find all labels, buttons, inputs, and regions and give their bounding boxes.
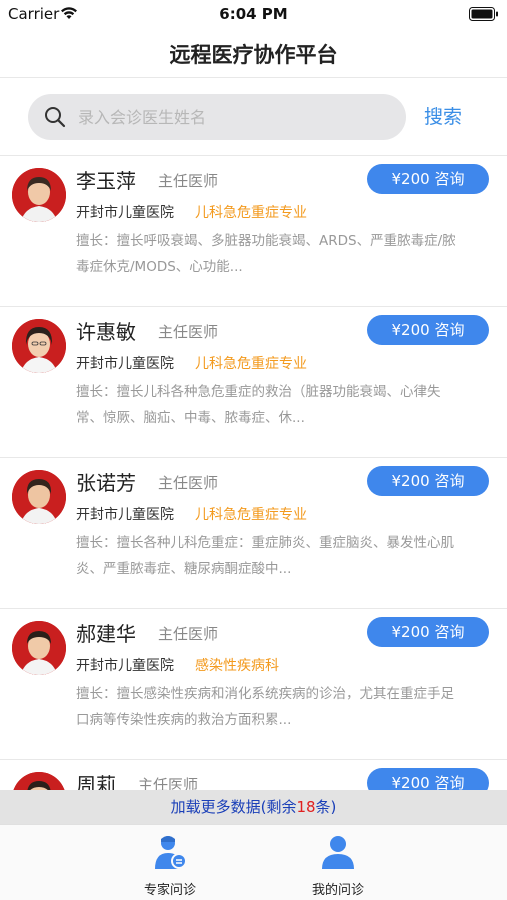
skill-text-line2: 口病等传染性疾病的救治方面积累... [76,712,292,728]
skill-label: 擅长： [76,233,117,249]
doctor-title: 主任医师 [158,172,219,190]
doctor-list-item[interactable]: 许惠敏 主任医师 ¥200 咨询 开封市儿童医院 儿科急危重症专业 擅长：擅长儿… [0,307,507,458]
doctor-list-item[interactable]: 郝建华 主任医师 ¥200 咨询 开封市儿童医院 感染性疾病科 擅长：擅长感染性… [0,609,507,760]
page-title: 远程医疗协作平台 [169,43,338,67]
doctor-list-item[interactable]: 周莉 主任医师 ¥200 咨询 [0,760,507,790]
skill-text-line2: 炎、严重脓毒症、糖尿病酮症酸中... [76,561,292,577]
doctor-avatar [12,168,66,222]
doctor-title: 主任医师 [138,776,199,790]
skill-text-line1: 擅长儿科各种急危重症的救治（脏器功能衰竭、心律失 [116,384,441,400]
consult-button[interactable]: ¥200 咨询 [367,315,489,345]
doctor-name: 郝建华 [76,622,136,646]
consult-button[interactable]: ¥200 咨询 [367,768,489,790]
doctor-skill: 擅长：擅长儿科各种急危重症的救治（脏器功能衰竭、心律失 常、惊厥、脑疝、中毒、脓… [76,379,500,431]
skill-text-line1: 擅长呼吸衰竭、多脏器功能衰竭、ARDS、严重脓毒症/脓 [116,233,456,249]
doctor-list[interactable]: 李玉萍 主任医师 ¥200 咨询 开封市儿童医院 儿科急危重症专业 擅长：擅长呼… [0,156,507,790]
user-icon [319,836,357,875]
tab-label: 专家问诊 [143,883,196,898]
doctor-hospital: 开封市儿童医院 [76,507,174,523]
consult-button[interactable]: ¥200 咨询 [367,466,489,496]
skill-label: 擅长： [76,535,117,551]
doctor-avatar [12,470,66,524]
status-time: 6:04 PM [219,5,288,23]
skill-text-line1: 擅长各种儿科危重症：重症肺炎、重症脑炎、暴发性心肌 [116,535,455,551]
doctor-list-item[interactable]: 张诺芳 主任医师 ¥200 咨询 开封市儿童医院 儿科急危重症专业 擅长：擅长各… [0,458,507,609]
load-more-button[interactable]: 加载更多数据(剩余18条) [0,790,507,824]
tab-bar: 专家问诊 我的问诊 [0,824,507,900]
doctor-avatar [12,772,66,790]
doctor-title: 主任医师 [158,625,219,643]
doctor-name: 周莉 [76,773,116,790]
doctor-title: 主任医师 [158,323,219,341]
tab-label: 我的问诊 [311,883,364,898]
doctor-department: 儿科急危重症专业 [195,507,307,523]
skill-label: 擅长： [76,384,117,400]
doctor-name: 许惠敏 [76,320,136,344]
search-box[interactable] [28,94,406,140]
nav-bar: 远程医疗协作平台 [0,28,507,78]
skill-text-line2: 常、惊厥、脑疝、中毒、脓毒症、休... [76,410,305,426]
search-input[interactable] [78,102,388,132]
doctor-department: 儿科急危重症专业 [195,205,307,221]
doctor-title: 主任医师 [158,474,219,492]
load-more-suffix: 条) [315,798,337,816]
status-bar: Carrier 6:04 PM [0,0,507,28]
skill-text-line1: 擅长感染性疾病和消化系统疾病的诊治，尤其在重症手足 [116,686,455,702]
doctor-skill: 擅长：擅长各种儿科危重症：重症肺炎、重症脑炎、暴发性心肌 炎、严重脓毒症、糖尿病… [76,530,500,582]
doctor-hospital: 开封市儿童医院 [76,205,174,221]
doctor-list-item[interactable]: 李玉萍 主任医师 ¥200 咨询 开封市儿童医院 儿科急危重症专业 擅长：擅长呼… [0,156,507,307]
load-more-prefix: 加载更多数据(剩余 [170,798,297,816]
remaining-count: 18 [296,798,316,816]
battery-icon [469,6,499,25]
doctor-department: 儿科急危重症专业 [195,356,307,372]
doctor-hospital: 开封市儿童医院 [76,356,174,372]
doctor-hospital: 开封市儿童医院 [76,658,174,674]
skill-label: 擅长： [76,686,117,702]
doctor-icon [151,836,189,875]
doctor-skill: 擅长：擅长呼吸衰竭、多脏器功能衰竭、ARDS、严重脓毒症/脓 毒症休克/MODS… [76,228,500,280]
search-icon [44,106,66,132]
tab-my-consult[interactable]: 我的问诊 [278,833,398,898]
consult-button[interactable]: ¥200 咨询 [367,617,489,647]
doctor-name: 李玉萍 [76,169,136,193]
skill-text-line2: 毒症休克/MODS、心功能... [76,259,243,275]
consult-button[interactable]: ¥200 咨询 [367,164,489,194]
search-row: 搜索 [0,78,507,156]
doctor-department: 感染性疾病科 [195,658,279,674]
tab-expert-consult[interactable]: 专家问诊 [110,833,230,898]
doctor-name: 张诺芳 [76,471,136,495]
doctor-avatar [12,621,66,675]
doctor-avatar [12,319,66,373]
search-button[interactable]: 搜索 [424,102,462,129]
doctor-skill: 擅长：擅长感染性疾病和消化系统疾病的诊治，尤其在重症手足 口病等传染性疾病的救治… [76,681,500,733]
